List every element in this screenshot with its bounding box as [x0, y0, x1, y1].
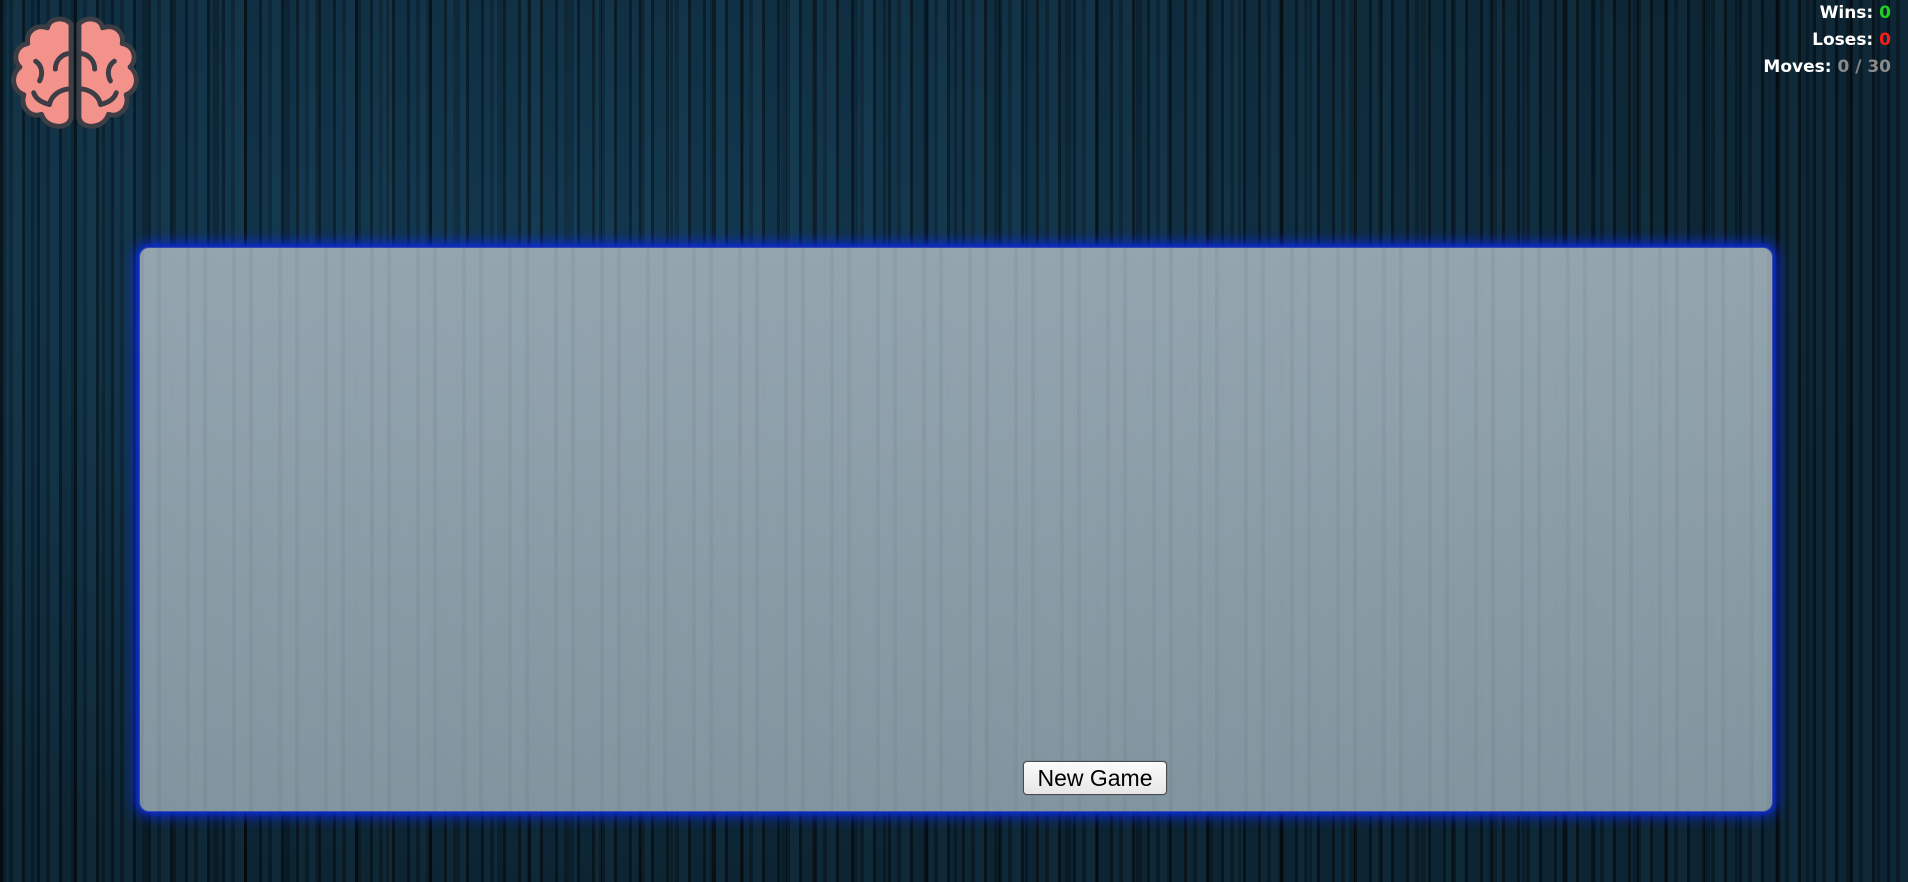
score-panel: Wins: 0 Loses: 0 Moves: 0 / 30 — [1763, 0, 1891, 81]
brain-logo-icon — [6, 14, 144, 136]
moves-value: 0 / 30 — [1837, 57, 1891, 77]
loses-value: 0 — [1879, 30, 1891, 50]
wins-row: Wins: 0 — [1763, 0, 1891, 27]
moves-row: Moves: 0 / 30 — [1763, 54, 1891, 81]
new-game-button[interactable]: New Game — [1023, 761, 1167, 795]
game-board: New Game — [139, 247, 1773, 812]
wins-value: 0 — [1879, 3, 1891, 23]
loses-label: Loses: — [1812, 30, 1874, 50]
loses-row: Loses: 0 — [1763, 27, 1891, 54]
wins-label: Wins: — [1819, 3, 1874, 23]
moves-label: Moves: — [1763, 57, 1832, 77]
